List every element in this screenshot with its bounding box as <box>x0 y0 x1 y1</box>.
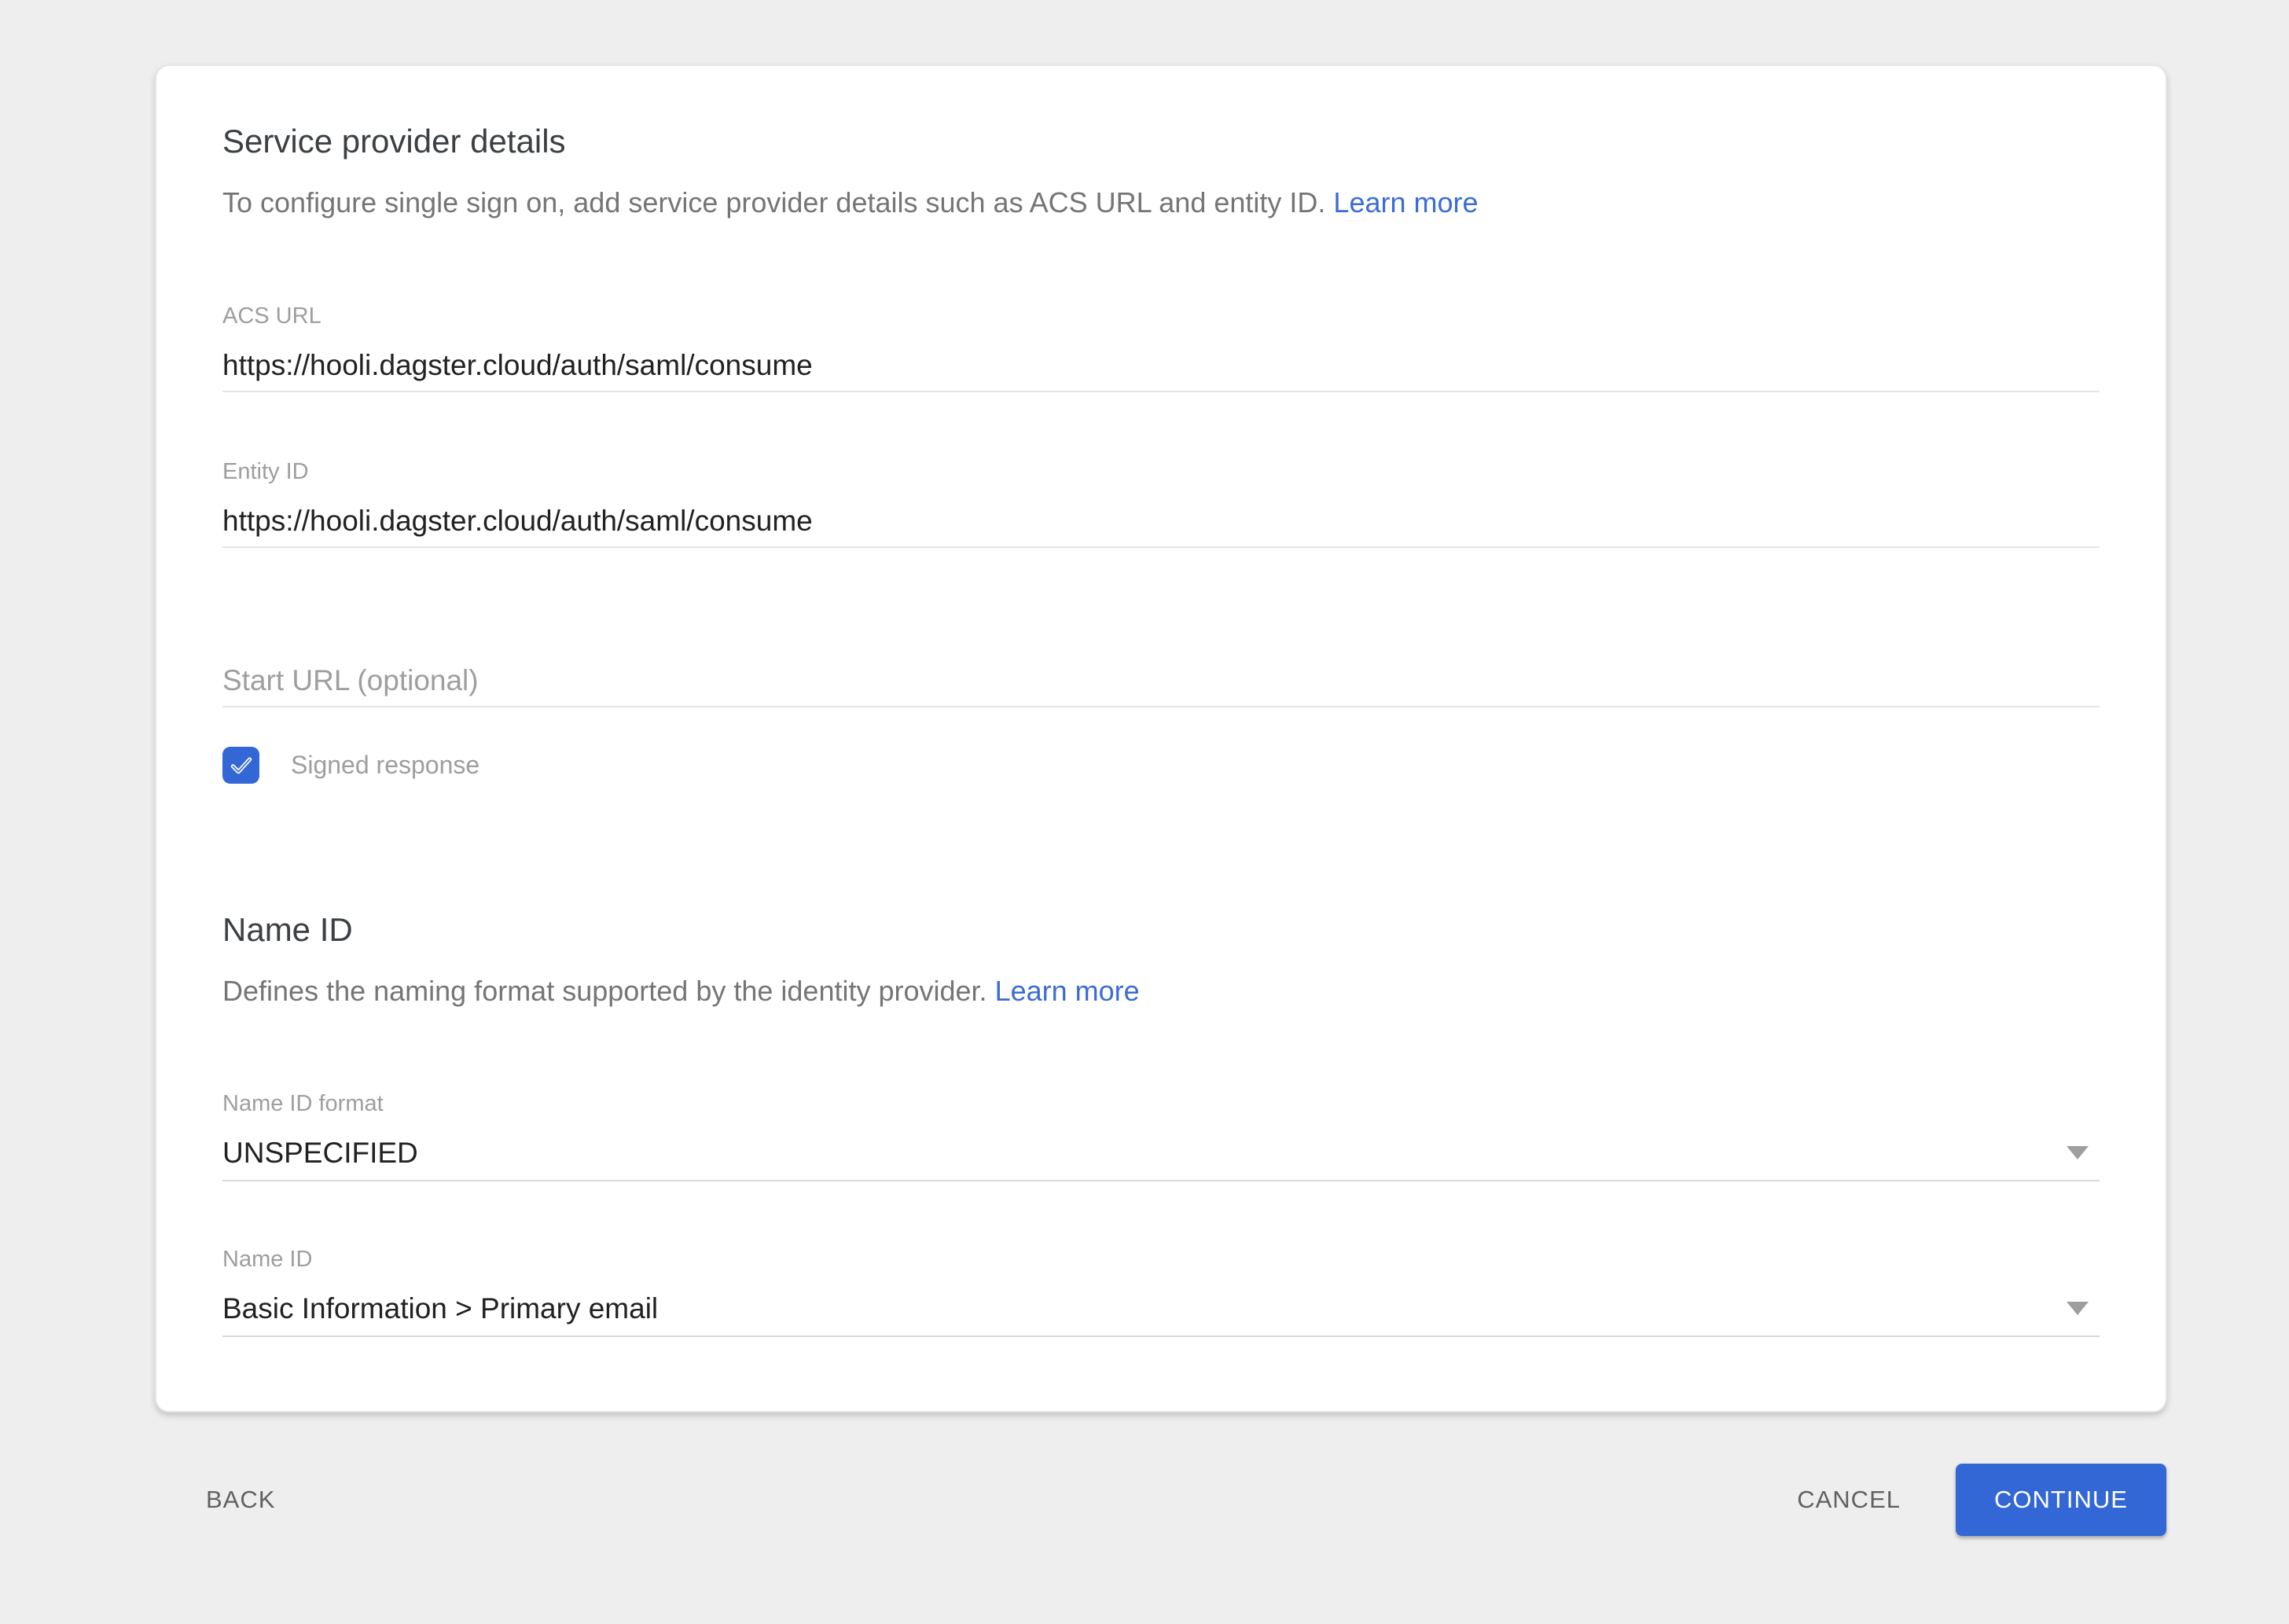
description-text: Defines the naming format supported by t… <box>222 975 987 1007</box>
back-button[interactable]: BACK <box>206 1486 275 1514</box>
name-id-format-dropdown[interactable]: UNSPECIFIED <box>222 1136 2100 1181</box>
continue-button[interactable]: CONTINUE <box>1956 1464 2166 1536</box>
page-background: { "card": { "service_provider": { "title… <box>0 0 2289 1624</box>
name-id-label: Name ID <box>222 1246 2100 1273</box>
start-url-field <box>222 663 2100 707</box>
name-id-value: Basic Information > Primary email <box>222 1291 2100 1326</box>
service-provider-description: To configure single sign on, add service… <box>222 186 2100 220</box>
entity-id-input[interactable] <box>222 504 2100 548</box>
learn-more-link[interactable]: Learn more <box>1333 186 1478 219</box>
cancel-button[interactable]: CANCEL <box>1797 1486 1901 1514</box>
dropdown-arrow-icon <box>2067 1146 2089 1159</box>
name-id-field: Name ID Basic Information > Primary emai… <box>222 1246 2100 1337</box>
name-id-dropdown[interactable]: Basic Information > Primary email <box>222 1291 2100 1337</box>
description-text: To configure single sign on, add service… <box>222 186 1325 219</box>
signed-response-checkbox[interactable] <box>222 747 259 784</box>
service-provider-card: Service provider details To configure si… <box>155 64 2167 1413</box>
checkmark-icon <box>228 752 255 779</box>
name-id-format-value: UNSPECIFIED <box>222 1136 2100 1170</box>
start-url-input[interactable] <box>222 663 2100 707</box>
action-bar: BACK CANCEL CONTINUE <box>206 1464 2166 1536</box>
acs-url-input[interactable] <box>222 348 2100 392</box>
name-id-heading: Name ID <box>222 909 2100 950</box>
learn-more-link[interactable]: Learn more <box>995 975 1140 1007</box>
name-id-format-field: Name ID format UNSPECIFIED <box>222 1090 2100 1181</box>
entity-id-field: Entity ID <box>222 458 2100 548</box>
acs-url-label: ACS URL <box>222 303 2100 329</box>
name-id-description: Defines the naming format supported by t… <box>222 974 2100 1009</box>
signed-response-label: Signed response <box>291 751 479 780</box>
acs-url-field: ACS URL <box>222 303 2100 392</box>
entity-id-label: Entity ID <box>222 458 2100 485</box>
dropdown-arrow-icon <box>2067 1302 2089 1315</box>
signed-response-row: Signed response <box>222 747 2100 784</box>
name-id-format-label: Name ID format <box>222 1090 2100 1117</box>
page-title: Service provider details <box>222 121 2100 162</box>
